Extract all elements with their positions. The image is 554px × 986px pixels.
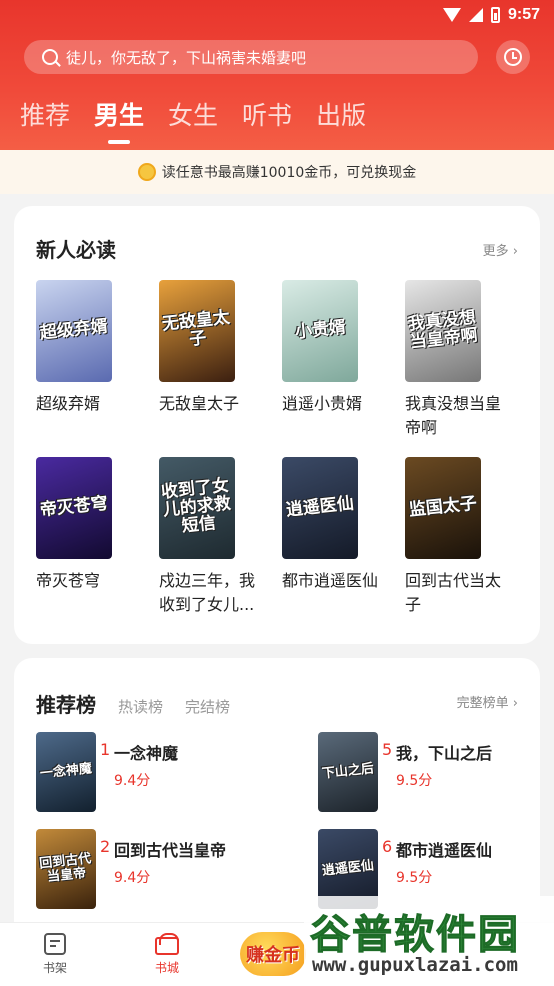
chevron-right-icon: › bbox=[512, 696, 518, 711]
book-score: 9.5分 bbox=[396, 870, 433, 886]
nav-store[interactable]: 书城 bbox=[137, 933, 197, 976]
watermark-text: 谷普软件园 bbox=[310, 912, 520, 959]
book-title: 我，下山之后 bbox=[396, 744, 493, 763]
rank-number: 6 bbox=[382, 837, 393, 856]
rank-number: 2 bbox=[100, 837, 111, 856]
wifi-icon bbox=[442, 8, 461, 22]
cover-title: 帝灭苍穹 bbox=[39, 493, 109, 521]
book-item[interactable]: 超级弃婿 超级弃婿 bbox=[36, 280, 146, 416]
cover-title: 逍遥医仙 bbox=[285, 493, 355, 521]
ranking-item[interactable]: 回到古代当皇帝 2 回到古代当皇帝 9.4分 bbox=[36, 829, 276, 911]
book-item[interactable]: 收到了女儿的求救短信戍边三年，我收到了女儿... bbox=[159, 457, 269, 617]
book-title: 我真没想当皇帝啊 bbox=[405, 394, 502, 437]
header: 9:57 徒儿，你无敌了，下山祸害未婚妻吧 推荐 男生 女生 听书 出版 bbox=[0, 0, 554, 150]
book-cover: 超级弃婿 bbox=[36, 280, 112, 382]
rank-number: 1 bbox=[100, 740, 111, 759]
book-title: 一念神魔 bbox=[114, 744, 179, 763]
coin-notice[interactable]: 读任意书最高赚10010金币，可兑换现金 bbox=[0, 150, 554, 194]
cover-title: 一念神魔 bbox=[39, 761, 93, 782]
search-placeholder: 徒儿，你无敌了，下山祸害未婚妻吧 bbox=[66, 48, 307, 67]
tab-recommend[interactable]: 推荐 bbox=[20, 96, 70, 132]
book-score: 9.4分 bbox=[114, 870, 151, 886]
book-title: 都市逍遥医仙 bbox=[396, 841, 493, 860]
book-title: 超级弃婿 bbox=[36, 394, 101, 413]
ranking-item[interactable]: 一念神魔 1 一念神魔 9.4分 bbox=[36, 732, 276, 814]
status-bar: 9:57 bbox=[0, 0, 554, 30]
coin-icon bbox=[137, 163, 156, 181]
signal-icon bbox=[468, 8, 483, 22]
book-cover: 下山之后 bbox=[318, 732, 378, 812]
tab-audio[interactable]: 听书 bbox=[242, 96, 292, 132]
new-reader-section: 新人必读 更多 › 超级弃婿 超级弃婿 无敌皇太子 无敌皇太子 小贵婿 逍遥小贵婿 我真没想… bbox=[14, 206, 540, 644]
book-title: 帝灭苍穹 bbox=[36, 571, 101, 590]
cover-title: 我真没想当皇帝啊 bbox=[407, 307, 479, 353]
book-cover: 帝灭苍穹 bbox=[36, 457, 112, 559]
clock-icon bbox=[504, 48, 522, 66]
cover-title: 监国太子 bbox=[408, 493, 478, 521]
tab-male[interactable]: 男生 bbox=[94, 96, 144, 144]
bookshelf-icon bbox=[44, 933, 66, 955]
book-item[interactable]: 帝灭苍穹 帝灭苍穹 bbox=[36, 457, 146, 593]
more-link[interactable]: 更多 › bbox=[483, 240, 518, 259]
ranking-item[interactable]: 下山之后 5 我，下山之后 9.5分 bbox=[318, 732, 554, 814]
book-item[interactable]: 我真没想当皇帝啊 我真没想当皇帝啊 bbox=[405, 280, 515, 440]
search-icon bbox=[42, 49, 58, 65]
cover-title: 回到古代当皇帝 bbox=[38, 851, 92, 885]
channel-tabs: 推荐 男生 女生 听书 出版 bbox=[20, 96, 366, 144]
book-cover: 我真没想当皇帝啊 bbox=[405, 280, 481, 382]
book-cover: 收到了女儿的求救短信 bbox=[159, 457, 235, 559]
cover-title: 无敌皇太子 bbox=[161, 307, 231, 350]
cover-title: 下山之后 bbox=[321, 761, 375, 782]
book-title: 回到古代当皇帝 bbox=[114, 841, 227, 860]
book-cover: 无敌皇太子 bbox=[159, 280, 235, 382]
book-item[interactable]: 监国太子回到古代当太子 bbox=[405, 457, 515, 617]
nav-shelf[interactable]: 书架 bbox=[25, 933, 85, 976]
book-cover: 小贵婿 bbox=[282, 280, 358, 382]
tab-recommend-rank[interactable]: 推荐榜 bbox=[36, 689, 96, 718]
book-title: 逍遥小贵婿 bbox=[282, 394, 363, 413]
search-bar[interactable]: 徒儿，你无敌了，下山祸害未婚妻吧 bbox=[24, 40, 478, 74]
notice-text: 读任意书最高赚10010金币，可兑换现金 bbox=[161, 165, 417, 181]
full-ranking-link[interactable]: 完整榜单 › bbox=[457, 692, 518, 711]
book-cover: 一念神魔 bbox=[36, 732, 96, 812]
cover-title: 小贵婿 bbox=[293, 317, 347, 343]
tab-hot-rank[interactable]: 热读榜 bbox=[118, 696, 163, 717]
book-title: 都市逍遥医仙 bbox=[282, 571, 379, 590]
book-item[interactable]: 逍遥医仙都市逍遥医仙 bbox=[282, 457, 392, 593]
book-cover: 回到古代当皇帝 bbox=[36, 829, 96, 909]
ranking-tabs: 推荐榜 热读榜 完结榜 bbox=[36, 689, 230, 718]
book-title: 戍边三年，我收到了女儿... bbox=[159, 571, 256, 614]
tab-female[interactable]: 女生 bbox=[168, 96, 218, 132]
chevron-right-icon: › bbox=[512, 244, 518, 259]
bookstore-icon bbox=[155, 933, 179, 955]
earn-coins-button[interactable]: 赚金币 bbox=[240, 932, 306, 976]
book-score: 9.4分 bbox=[114, 773, 151, 789]
book-item[interactable]: 无敌皇太子 无敌皇太子 bbox=[159, 280, 269, 416]
book-cover: 逍遥医仙 bbox=[282, 457, 358, 559]
book-title: 回到古代当太子 bbox=[405, 571, 502, 614]
tab-publish[interactable]: 出版 bbox=[316, 96, 366, 132]
status-time: 9:57 bbox=[507, 6, 540, 23]
book-score: 9.5分 bbox=[396, 773, 433, 789]
watermark-url: www.gupuxlazai.com bbox=[312, 954, 518, 976]
book-item[interactable]: 小贵婿 逍遥小贵婿 bbox=[282, 280, 392, 416]
cover-title: 超级弃婿 bbox=[39, 316, 109, 344]
cover-title: 收到了女儿的求救短信 bbox=[160, 475, 232, 537]
watermark: 谷普软件园 www.gupuxlazai.com bbox=[304, 896, 554, 986]
rank-number: 5 bbox=[382, 740, 393, 759]
battery-icon bbox=[490, 7, 500, 23]
book-title: 无敌皇太子 bbox=[159, 394, 240, 413]
book-cover: 监国太子 bbox=[405, 457, 481, 559]
tab-finished-rank[interactable]: 完结榜 bbox=[185, 696, 230, 717]
cover-title: 逍遥医仙 bbox=[321, 858, 375, 879]
section-title: 新人必读 bbox=[36, 238, 116, 262]
history-button[interactable] bbox=[496, 40, 530, 74]
